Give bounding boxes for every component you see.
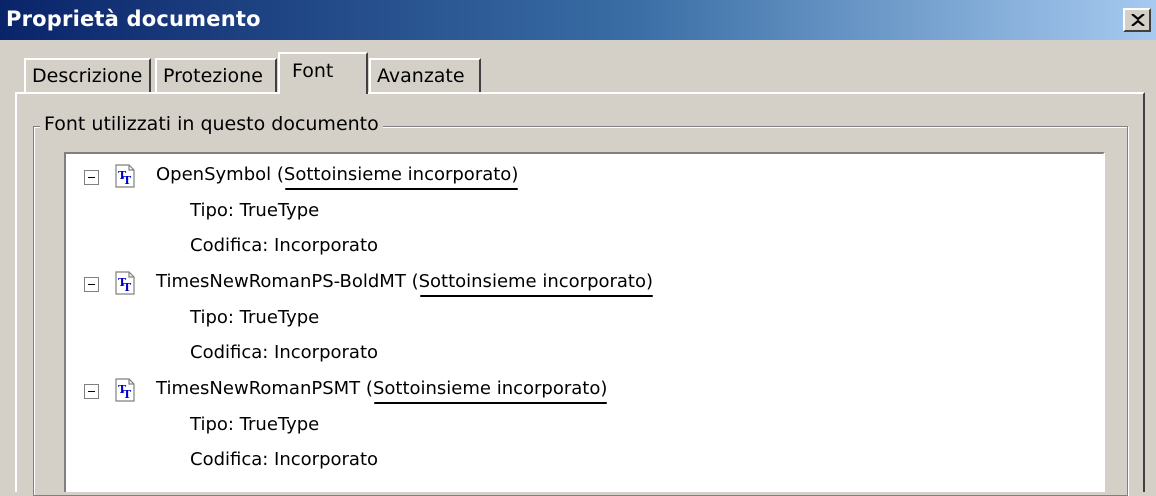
font-encoding: Codifica: Incorporato [190,449,379,470]
font-list[interactable]: T T OpenSymbol (Sottoinsieme incorporato… [64,152,1105,492]
font-name: TimesNewRomanPSMT [156,378,361,399]
font-encoding: Codifica: Incorporato [190,235,379,256]
groupbox-label: Font utilizzati in questo documento [40,113,383,135]
svg-text:T: T [123,174,132,187]
list-item-font[interactable]: TimesNewRomanPSMT (Sottoinsieme incorpor… [156,378,608,404]
tab-avanzate[interactable]: Avanzate [369,58,481,92]
window-title: Proprietà documento [6,7,261,31]
font-name: TimesNewRomanPS-BoldMT [156,271,406,292]
font-name: OpenSymbol [156,164,272,185]
title-bar: Proprietà documento [0,0,1156,40]
collapse-toggle[interactable] [84,170,99,185]
font-encoding: Codifica: Incorporato [190,342,379,363]
close-button[interactable] [1123,8,1151,32]
list-item-font[interactable]: TimesNewRomanPS-BoldMT (Sottoinsieme inc… [156,271,654,297]
truetype-font-icon: T T [115,164,135,188]
svg-text:T: T [123,388,132,401]
close-icon [1131,14,1145,26]
tab-font[interactable]: Font [278,52,368,94]
embed-status: (Sottoinsieme incorporato) [411,271,654,297]
embed-status: (Sottoinsieme incorporato) [365,378,608,404]
tab-descrizione[interactable]: Descrizione [24,58,151,92]
tab-label: Protezione [163,65,263,87]
list-item-font[interactable]: OpenSymbol (Sottoinsieme incorporato) [156,164,519,190]
truetype-font-icon: T T [115,378,135,402]
tab-protezione[interactable]: Protezione [155,58,277,92]
embed-status: (Sottoinsieme incorporato) [276,164,519,190]
tab-label: Font [292,60,334,82]
collapse-toggle[interactable] [84,384,99,399]
font-type: Tipo: TrueType [190,200,320,221]
collapse-toggle[interactable] [84,277,99,292]
tab-label: Descrizione [32,65,143,87]
truetype-font-icon: T T [115,271,135,295]
font-type: Tipo: TrueType [190,414,320,435]
font-type: Tipo: TrueType [190,307,320,328]
svg-text:T: T [123,281,132,294]
tab-label: Avanzate [377,65,465,87]
